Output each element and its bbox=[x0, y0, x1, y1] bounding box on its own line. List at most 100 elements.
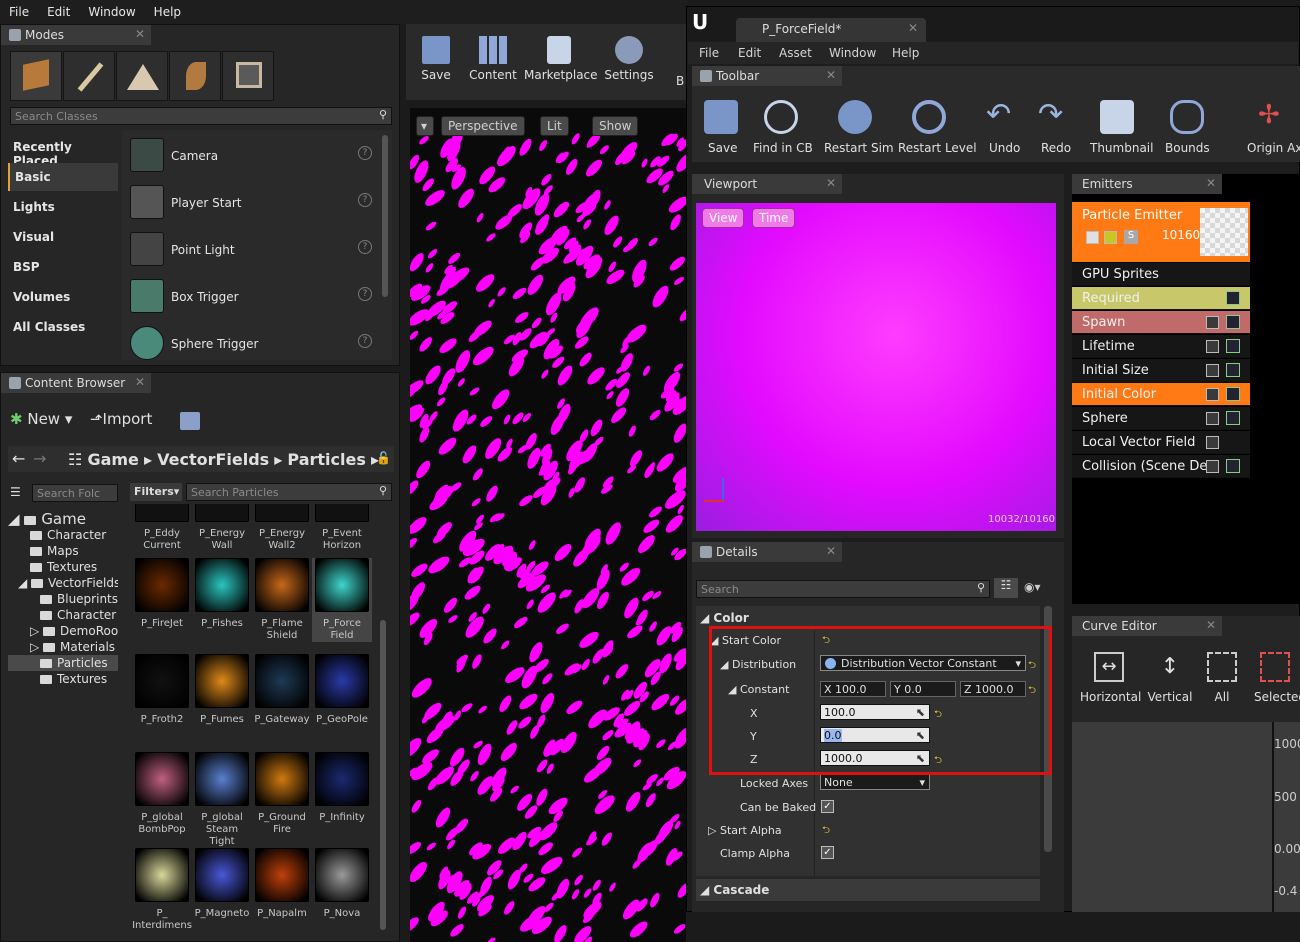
tree-materials[interactable]: ▷ Materials bbox=[30, 640, 115, 654]
asset-tile[interactable]: P_ Interdimens bbox=[132, 848, 192, 932]
asset-tile[interactable]: P_Energy Wall bbox=[192, 504, 252, 552]
details-tab[interactable]: Details ✕ bbox=[692, 542, 842, 562]
category-volumes[interactable]: Volumes bbox=[8, 283, 118, 311]
fit-horizontal-button[interactable]: ↔ Horizontal bbox=[1080, 652, 1141, 704]
cascade-menu-file[interactable]: File bbox=[699, 46, 719, 60]
locked-axes-dropdown[interactable]: None ▾ bbox=[820, 774, 930, 790]
restart-level-icon[interactable] bbox=[912, 100, 946, 134]
thumbnail-icon[interactable] bbox=[1100, 100, 1134, 134]
can-be-baked-checkbox[interactable]: ✓ bbox=[821, 800, 834, 813]
undo-label[interactable]: Undo bbox=[989, 141, 1020, 155]
class-item-player-start[interactable]: Player Start? bbox=[126, 180, 378, 224]
tree-textures[interactable]: Textures bbox=[30, 560, 97, 574]
redo-icon[interactable]: ↷ bbox=[1038, 100, 1072, 134]
asset-tile[interactable]: P_Fumes bbox=[192, 654, 252, 726]
asset-tile[interactable]: P_GeoPole bbox=[312, 654, 372, 726]
particle-preview[interactable] bbox=[696, 203, 1056, 531]
forward-arrow-icon[interactable]: → bbox=[33, 449, 46, 468]
cascade-menu-help[interactable]: Help bbox=[892, 46, 919, 60]
asset-search-input[interactable]: Search Particles ⚲ bbox=[186, 483, 392, 501]
folder-search-input[interactable]: Search Folc bbox=[32, 484, 118, 502]
landscape-mode-button[interactable] bbox=[116, 51, 168, 101]
emitter-module-row[interactable]: Sphere bbox=[1072, 407, 1250, 430]
show-button[interactable]: Show bbox=[592, 116, 639, 136]
menu-file[interactable]: File bbox=[0, 0, 38, 19]
breadcrumb-vectorfields[interactable]: VectorFields bbox=[157, 450, 269, 469]
menu-help[interactable]: Help bbox=[145, 0, 190, 19]
curve-editor-tab[interactable]: Curve Editor ✕ bbox=[1072, 616, 1222, 636]
class-item-sphere-trigger[interactable]: Sphere Trigger? bbox=[126, 321, 378, 365]
view-options-icon[interactable]: ☷ bbox=[994, 578, 1018, 598]
thumbnail-label[interactable]: Thumbnail bbox=[1090, 141, 1153, 155]
class-item-box-trigger[interactable]: Box Trigger? bbox=[126, 274, 378, 318]
asset-tile[interactable]: P_Froth2 bbox=[132, 654, 192, 726]
folder-tree-icon[interactable]: ☰ bbox=[10, 485, 21, 499]
category-basic[interactable]: Basic bbox=[8, 163, 118, 191]
close-icon[interactable]: ✕ bbox=[908, 21, 918, 35]
bounds-icon[interactable] bbox=[1170, 100, 1204, 134]
module-enabled-checkbox[interactable] bbox=[1206, 460, 1219, 473]
breadcrumb-game[interactable]: Game bbox=[87, 450, 138, 469]
save-all-icon[interactable] bbox=[180, 412, 200, 430]
asset-tile[interactable]: P_Eddy Current bbox=[132, 504, 192, 552]
level-viewport[interactable] bbox=[410, 108, 686, 942]
build-button[interactable]: B bbox=[676, 74, 684, 88]
close-icon[interactable]: ✕ bbox=[1206, 618, 1216, 632]
new-button[interactable]: ✱ New ▾ bbox=[10, 410, 72, 428]
curve-graph-icon[interactable] bbox=[1226, 339, 1240, 353]
emitter-module-row[interactable]: Initial Color bbox=[1072, 383, 1250, 406]
help-icon[interactable]: ? bbox=[358, 146, 372, 160]
origin-axis-label[interactable]: Origin Axi bbox=[1247, 141, 1300, 155]
asset-grid-scrollbar[interactable] bbox=[380, 620, 386, 930]
menu-window[interactable]: Window bbox=[79, 0, 144, 19]
restart-sim-label[interactable]: Restart Sim bbox=[824, 141, 894, 155]
module-enabled-checkbox[interactable] bbox=[1206, 364, 1219, 377]
breadcrumb-particles[interactable]: Particles bbox=[287, 450, 365, 469]
category-all-classes[interactable]: All Classes bbox=[8, 313, 118, 341]
clamp-alpha-checkbox[interactable]: ✓ bbox=[821, 846, 834, 859]
class-list-scrollbar[interactable] bbox=[382, 135, 388, 297]
time-button[interactable]: Time bbox=[752, 208, 796, 228]
curve-graph-icon[interactable] bbox=[1226, 291, 1240, 305]
help-icon[interactable]: ? bbox=[358, 240, 372, 254]
origin-axis-icon[interactable]: ✢ bbox=[1258, 100, 1292, 134]
close-icon[interactable]: ✕ bbox=[1206, 176, 1216, 190]
asset-tile[interactable]: P_Ground Fire bbox=[252, 752, 312, 836]
content-browser-tab[interactable]: Content Browser ✕ bbox=[1, 373, 151, 393]
class-item-point-light[interactable]: Point Light? bbox=[126, 227, 378, 271]
close-icon[interactable]: ✕ bbox=[826, 176, 836, 190]
find-in-cb-icon[interactable] bbox=[764, 100, 798, 134]
details-search-input[interactable]: Search ⚲ bbox=[696, 580, 990, 598]
class-item-camera[interactable]: Camera? bbox=[126, 133, 378, 177]
emitter-solo-icon[interactable] bbox=[1104, 231, 1117, 244]
viewport-tab[interactable]: Viewport ✕ bbox=[692, 174, 842, 194]
asset-tile[interactable]: P_Napalm bbox=[252, 848, 312, 920]
asset-tile[interactable]: P_FireJet bbox=[132, 558, 192, 630]
start-alpha-row[interactable]: ▷ Start Alpha ⮌ bbox=[696, 818, 1040, 842]
asset-tile[interactable]: P_Energy Wall2 bbox=[252, 504, 312, 552]
tree-particles[interactable]: Particles bbox=[40, 656, 108, 670]
redo-label[interactable]: Redo bbox=[1041, 141, 1071, 155]
eye-icon[interactable]: ◉▾ bbox=[1024, 580, 1041, 594]
close-icon[interactable]: ✕ bbox=[135, 375, 145, 389]
viewport-options-button[interactable]: ▾ bbox=[416, 116, 434, 136]
lock-icon[interactable]: 🔓 bbox=[376, 451, 391, 465]
asset-tile[interactable]: P_Fishes bbox=[192, 558, 252, 630]
lit-button[interactable]: Lit bbox=[540, 116, 569, 136]
help-icon[interactable]: ? bbox=[358, 334, 372, 348]
asset-tile[interactable]: P_Force Field bbox=[312, 558, 372, 642]
emitter-module-row[interactable]: Lifetime bbox=[1072, 335, 1250, 358]
emitter-enabled-checkbox[interactable] bbox=[1086, 231, 1099, 244]
content-button[interactable]: Content bbox=[468, 36, 518, 82]
module-enabled-checkbox[interactable] bbox=[1206, 340, 1219, 353]
cascade-save-label[interactable]: Save bbox=[708, 141, 737, 155]
emitter-module-row[interactable]: Local Vector Field bbox=[1072, 431, 1250, 454]
paint-mode-button[interactable] bbox=[63, 51, 115, 101]
cascade-asset-tab[interactable]: P_ForceField* ✕ bbox=[736, 18, 926, 42]
curve-graph-icon[interactable] bbox=[1226, 387, 1240, 401]
restart-sim-icon[interactable] bbox=[838, 100, 872, 134]
emitter-module-row[interactable]: Initial Size bbox=[1072, 359, 1250, 382]
perspective-button[interactable]: Perspective bbox=[441, 116, 525, 136]
filters-button[interactable]: Filters▾ bbox=[130, 483, 182, 501]
cascade-section-header[interactable]: ◢ Cascade bbox=[696, 879, 1040, 901]
